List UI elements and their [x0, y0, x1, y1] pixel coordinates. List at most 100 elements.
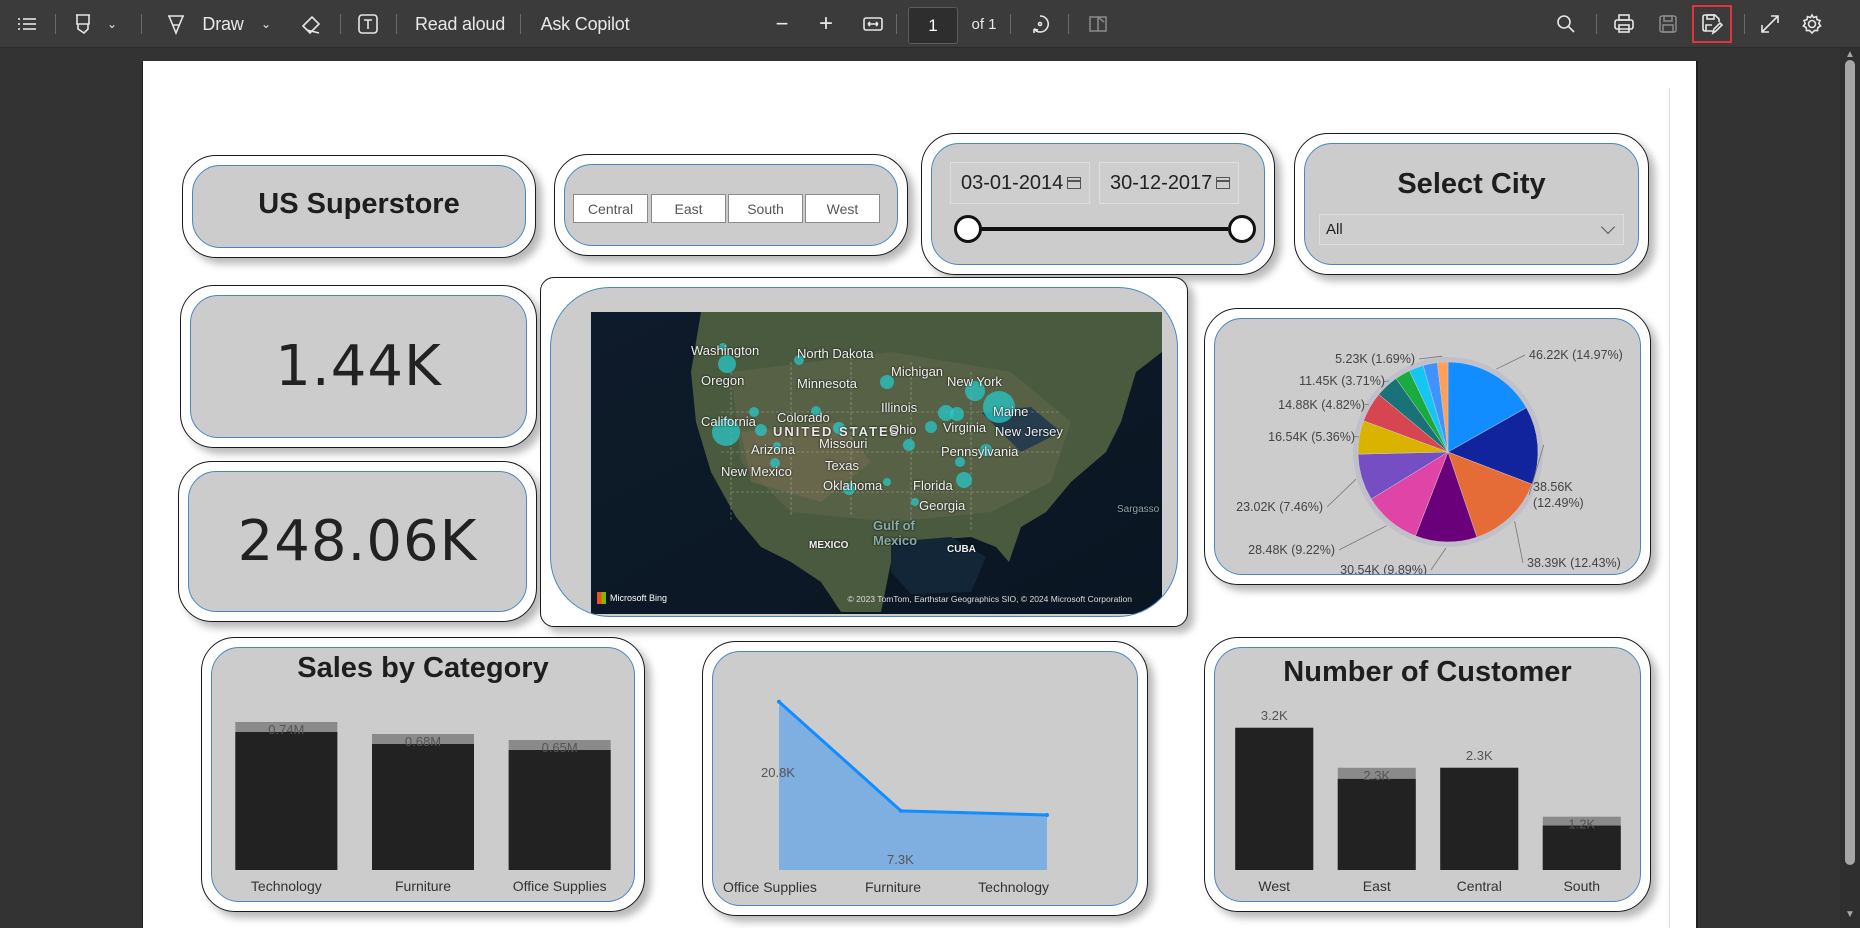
pie-data-label: (12.49%) [1533, 496, 1584, 510]
chevron-down-icon[interactable] [1600, 219, 1616, 235]
save-as-icon[interactable] [1692, 5, 1732, 43]
start-date-input[interactable]: 03-01-2014 [950, 162, 1090, 204]
category-axis-label: South [1563, 878, 1600, 894]
map-label-missouri: Missouri [819, 436, 868, 451]
region-slicer: Central East South West [564, 164, 898, 246]
toolbar-divider [141, 14, 142, 34]
scrollbar-thumb[interactable] [1845, 60, 1855, 865]
bar[interactable] [235, 732, 338, 870]
map-label-new-mexico: New Mexico [721, 464, 792, 479]
pie-leader-line [1326, 478, 1357, 508]
page-number-input[interactable]: 1 [908, 7, 958, 44]
sales-by-category-card: Sales by Category 0.74M Technology 0.68M Fu… [201, 637, 645, 912]
area-data-point[interactable] [777, 699, 781, 704]
text-box-icon[interactable] [354, 8, 382, 40]
read-aloud-button[interactable]: Read aloud [414, 8, 506, 40]
date-slider-end-handle[interactable] [1228, 215, 1256, 243]
region-button-west[interactable]: West [805, 194, 880, 223]
map-bubble[interactable] [755, 424, 767, 436]
search-icon[interactable] [1552, 8, 1580, 40]
rotate-icon[interactable] [1026, 8, 1054, 40]
map-label-north-dakota: North Dakota [797, 346, 874, 361]
category-axis-label: Furniture [865, 879, 921, 895]
toolbar-divider [396, 14, 397, 34]
bar[interactable] [1235, 727, 1314, 870]
category-axis-label: West [1258, 878, 1290, 894]
pie-data-label: 23.02K (7.46%) [1236, 500, 1323, 514]
city-slicer: Select City All [1304, 143, 1639, 265]
bar[interactable] [1337, 778, 1416, 870]
toolbar-divider [896, 14, 897, 34]
area-data-point[interactable] [1045, 812, 1049, 817]
bar[interactable] [1440, 767, 1519, 870]
highlight-chevron-down-icon[interactable]: ⌄ [102, 8, 122, 40]
pie-data-label: 30.54K (9.89%) [1340, 563, 1427, 575]
ask-copilot-button[interactable]: Ask Copilot [538, 8, 632, 40]
bar-data-label: 0.68M [405, 734, 441, 749]
contents-icon[interactable] [12, 8, 42, 40]
calendar-icon[interactable] [1067, 177, 1081, 189]
map-bubble[interactable] [950, 407, 964, 421]
map-label-oklahoma: Oklahoma [823, 478, 883, 493]
area-data-point[interactable] [899, 808, 903, 813]
zoom-in-button[interactable]: + [814, 8, 838, 40]
kpi-card-count-inner: 1.44K [190, 295, 527, 438]
category-axis-label: Office Supplies [513, 878, 607, 894]
print-icon[interactable] [1610, 8, 1638, 40]
bar[interactable] [508, 750, 611, 870]
start-date-value: 03-01-2014 [961, 171, 1064, 194]
customer-count-card: Number of Customer 3.2K West 2.3K East 2.3K C… [1204, 637, 1651, 912]
sales-by-category-visual: Sales by Category 0.74M Technology 0.68M Fu… [211, 647, 635, 902]
draw-button[interactable]: Draw [198, 8, 248, 40]
end-date-input[interactable]: 30-12-2017 [1099, 162, 1239, 204]
map-bubble[interactable] [925, 421, 937, 433]
kpi-value: 248.06K [237, 509, 478, 574]
map-canvas[interactable]: Washington North Dakota Oregon Minnesota Mic… [591, 312, 1162, 614]
calendar-icon[interactable] [1216, 177, 1230, 189]
highlight-icon[interactable] [68, 8, 98, 40]
city-dropdown[interactable]: All [1319, 214, 1624, 245]
toolbar-divider [1068, 14, 1069, 34]
end-date-value: 30-12-2017 [1110, 171, 1213, 194]
bar-data-label: 3.2K [1261, 708, 1288, 723]
settings-gear-icon[interactable] [1798, 8, 1826, 40]
map-label-mexico: MEXICO [809, 540, 849, 551]
full-screen-icon[interactable] [1756, 8, 1784, 40]
zoom-out-button[interactable]: − [770, 8, 794, 40]
kpi-card-total: 248.06K [178, 461, 537, 622]
map-label-oregon: Oregon [701, 373, 745, 388]
date-range-slider-track[interactable] [968, 227, 1228, 231]
page-view-icon[interactable] [1084, 8, 1112, 40]
area-fill [779, 701, 1047, 870]
pie-leader-line [1338, 525, 1387, 551]
draw-pen-icon[interactable] [163, 8, 189, 40]
city-slicer-title: Select City [1397, 168, 1546, 200]
scroll-down-arrow-icon[interactable]: ▼ [1845, 910, 1855, 920]
map-label-colorado: Colorado [777, 410, 830, 425]
draw-chevron-down-icon[interactable]: ⌄ [256, 8, 276, 40]
pie-data-label: 38.39K (12.43%) [1527, 556, 1621, 570]
bar[interactable] [372, 744, 474, 870]
toolbar-divider [1744, 14, 1745, 34]
save-icon[interactable] [1654, 8, 1682, 40]
title-card-inner: US Superstore [192, 165, 526, 248]
region-button-central[interactable]: Central [573, 194, 648, 223]
map-attribution[interactable]: © 2023 TomTom, Earthstar Geographics SIO… [848, 594, 1133, 604]
kpi-card-total-inner: 248.06K [188, 471, 527, 612]
map-label-new-jersey: New Jersey [995, 424, 1063, 439]
date-slider-start-handle[interactable] [954, 215, 982, 243]
region-button-south[interactable]: South [728, 194, 803, 223]
scroll-up-arrow-icon[interactable]: ▲ [1845, 50, 1855, 60]
bar[interactable] [1542, 825, 1621, 870]
category-axis-label: Central [1457, 878, 1502, 894]
fit-to-width-icon[interactable] [860, 8, 886, 40]
map-bubble[interactable] [911, 498, 919, 506]
erase-icon[interactable] [296, 8, 326, 40]
map-bubble[interactable] [883, 478, 891, 486]
title-card: US Superstore [182, 155, 536, 258]
region-button-east[interactable]: East [651, 194, 726, 223]
map-label-sargasso: Sargasso [1117, 504, 1160, 515]
map-bubble[interactable] [903, 439, 915, 451]
map-label-pennsylvania: Pennsylvania [941, 444, 1019, 459]
map-bubble[interactable] [956, 472, 972, 488]
